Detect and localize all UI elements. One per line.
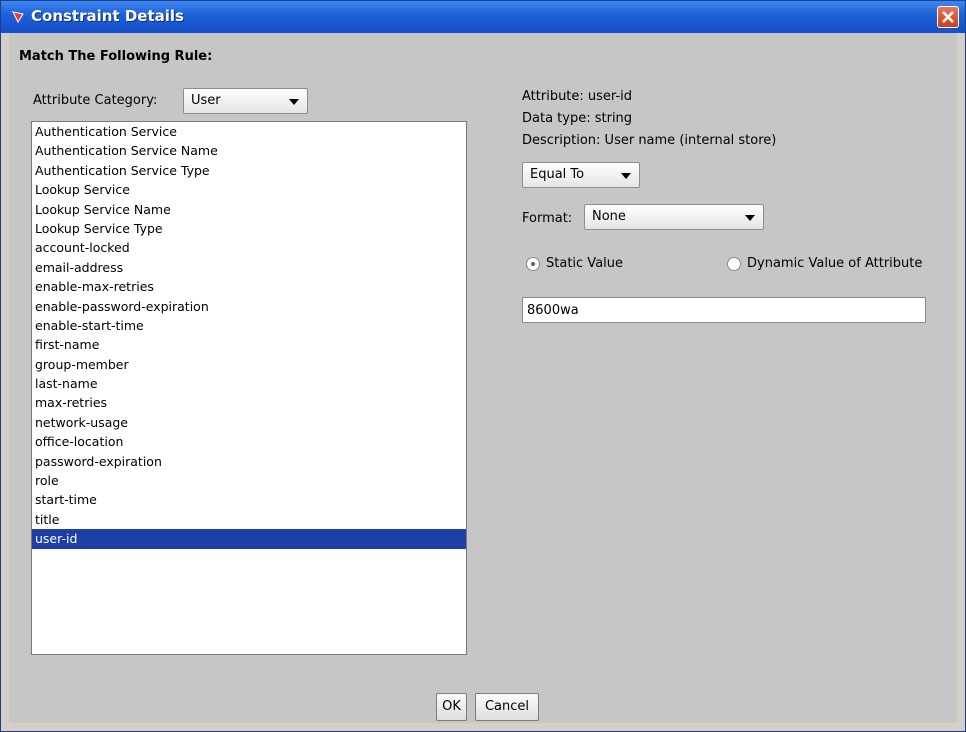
ok-button[interactable]: OK (436, 693, 467, 721)
list-item[interactable]: network-usage (32, 413, 466, 432)
close-icon (942, 11, 954, 23)
data-type-text: Data type: string (522, 111, 633, 126)
list-item[interactable]: Authentication Service (32, 122, 466, 141)
chevron-down-icon (745, 215, 755, 221)
app-icon (12, 11, 24, 24)
value-input[interactable] (522, 297, 926, 323)
radio-unchecked-icon (727, 257, 741, 271)
operator-dropdown[interactable]: Equal To (522, 162, 640, 188)
list-item[interactable]: group-member (32, 355, 466, 374)
list-item[interactable]: role (32, 471, 466, 490)
static-value-label: Static Value (546, 256, 624, 271)
list-item[interactable]: enable-start-time (32, 316, 466, 335)
attribute-category-dropdown[interactable]: User (183, 88, 308, 114)
format-label: Format: (522, 211, 573, 226)
list-item[interactable]: office-location (32, 432, 466, 451)
list-item[interactable]: password-expiration (32, 452, 466, 471)
list-item[interactable]: Authentication Service Type (32, 161, 466, 180)
list-item[interactable]: Lookup Service Name (32, 200, 466, 219)
list-item[interactable]: max-retries (32, 393, 466, 412)
attribute-name-text: Attribute: user-id (522, 89, 632, 104)
constraint-details-dialog: Constraint Details Match The Following R… (0, 0, 966, 732)
dynamic-value-label: Dynamic Value of Attribute (747, 256, 923, 271)
list-item[interactable]: Lookup Service Type (32, 219, 466, 238)
operator-value: Equal To (530, 167, 585, 182)
list-item[interactable]: enable-password-expiration (32, 297, 466, 316)
list-item[interactable]: title (32, 510, 466, 529)
radio-checked-icon (526, 257, 540, 271)
chevron-down-icon (621, 173, 631, 179)
list-item[interactable]: enable-max-retries (32, 277, 466, 296)
list-item[interactable]: start-time (32, 490, 466, 509)
attribute-list[interactable]: Authentication Service Authentication Ser… (31, 121, 467, 655)
list-item[interactable]: first-name (32, 335, 466, 354)
dialog-body: Match The Following Rule: Attribute Cate… (9, 33, 957, 723)
format-dropdown[interactable]: None (584, 204, 764, 230)
list-item[interactable]: Authentication Service Name (32, 141, 466, 160)
attribute-category-label: Attribute Category: (33, 93, 158, 108)
format-value: None (592, 209, 626, 224)
rule-heading: Match The Following Rule: (19, 49, 213, 64)
title-bar[interactable]: Constraint Details (1, 1, 965, 33)
list-item[interactable]: last-name (32, 374, 466, 393)
close-button[interactable] (937, 6, 959, 28)
chevron-down-icon (289, 99, 299, 105)
window-title: Constraint Details (31, 7, 184, 25)
cancel-button[interactable]: Cancel (475, 693, 539, 721)
list-item[interactable]: user-id (32, 529, 466, 549)
list-item[interactable]: Lookup Service (32, 180, 466, 199)
list-item[interactable]: email-address (32, 258, 466, 277)
list-item[interactable]: account-locked (32, 238, 466, 257)
description-text: Description: User name (internal store) (522, 133, 777, 148)
attribute-category-value: User (191, 93, 221, 108)
